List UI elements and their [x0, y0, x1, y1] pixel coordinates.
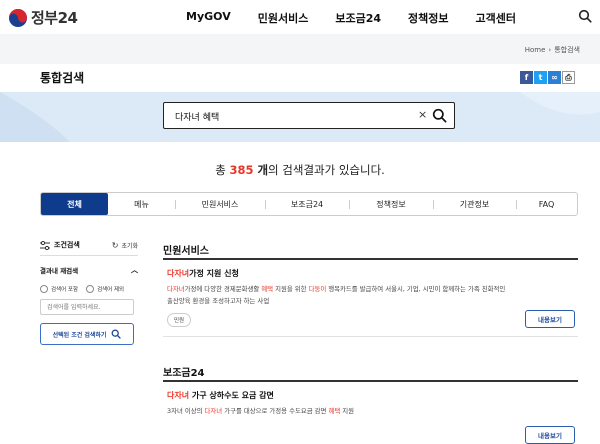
desc-part: 3자녀 이상의: [167, 407, 205, 415]
item-title-highlight: 다자녀: [167, 269, 190, 278]
desc-part: 다자녀: [204, 407, 223, 415]
filter-sliders-icon: [40, 240, 50, 250]
apply-filter-label: 선택된 조건 검색하기: [52, 331, 107, 339]
result-prefix: 총: [215, 163, 230, 177]
share-buttons: f t ∞ ⎙: [520, 71, 575, 84]
include-radio[interactable]: [40, 285, 48, 293]
reset-button[interactable]: ↻ 초기화: [112, 241, 138, 250]
result-count-number: 385: [229, 163, 254, 177]
tab-subsidy24[interactable]: 보조금24: [265, 193, 349, 215]
exclude-label: 검색어 제외: [97, 287, 125, 293]
view-detail-button[interactable]: 내용보기: [525, 426, 575, 444]
category-tag: 민원: [167, 313, 192, 327]
tab-civil-service[interactable]: 민원서비스: [175, 193, 265, 215]
item-title[interactable]: 다자녀가정 지원 신청: [167, 268, 578, 279]
nav-customer-center[interactable]: 고객센터: [475, 10, 515, 26]
breadcrumb-bar: Home › 통합검색: [0, 34, 600, 64]
desc-part: 다자녀: [167, 285, 185, 293]
desc-part: 혜택: [328, 407, 341, 415]
breadcrumb-home[interactable]: Home: [525, 46, 546, 54]
link-copy-icon[interactable]: ∞: [548, 71, 561, 84]
breadcrumb: Home › 통합검색: [525, 45, 580, 55]
category-tabs: 전체 메뉴 민원서비스 보조금24 정책정보 기관정보 FAQ: [40, 192, 578, 216]
search-icon: [111, 329, 122, 339]
page-title: 통합검색: [40, 71, 85, 85]
nav-mygov[interactable]: MyGOV: [186, 10, 231, 26]
nav-subsidy24[interactable]: 보조금24: [335, 10, 381, 26]
reset-icon: ↻: [111, 240, 119, 250]
section-title: 민원서비스: [163, 242, 578, 260]
print-icon[interactable]: ⎙: [562, 71, 575, 84]
search-input[interactable]: [175, 107, 415, 125]
desc-part: 가구를 대상으로 가정용 수도요금 감면: [222, 407, 329, 415]
facebook-share-icon[interactable]: f: [520, 71, 533, 84]
item-description: 3자녀 이상의 다자녀 가구를 대상으로 가정용 수도요금 감면 혜택 지원: [167, 406, 511, 418]
filter-title: 조건검색: [54, 241, 80, 249]
desc-part: 지원을 위한: [273, 285, 309, 293]
view-detail-button[interactable]: 내용보기: [525, 310, 575, 328]
chevron-right-icon: ›: [548, 46, 552, 54]
main-nav: MyGOV 민원서비스 보조금24 정책정보 고객센터: [186, 10, 543, 26]
header-search-icon[interactable]: [578, 9, 592, 23]
option-exclude[interactable]: 검색어 제외: [86, 285, 124, 293]
apply-filter-button[interactable]: 선택된 조건 검색하기: [40, 323, 134, 345]
breadcrumb-current: 통합검색: [554, 46, 580, 54]
nav-civil-service[interactable]: 민원서비스: [258, 10, 309, 26]
exclude-radio[interactable]: [86, 285, 95, 293]
desc-part: 가정에 다양한 경제문화생활: [184, 285, 262, 293]
item-title-rest: 가정 지원 신청: [189, 269, 239, 278]
chevron-up-icon: ︿: [131, 266, 138, 274]
tab-faq[interactable]: FAQ: [516, 193, 577, 215]
result-item: 다자녀 가구 상하수도 요금 감면 3자녀 이상의 다자녀 가구를 대상으로 가…: [163, 390, 578, 444]
reset-label: 초기화: [121, 242, 138, 250]
search-box: ×: [163, 102, 455, 129]
item-title[interactable]: 다자녀 가구 상하수도 요금 감면: [167, 390, 578, 401]
search-submit-icon[interactable]: [432, 108, 447, 123]
gov24-logo[interactable]: 정부24: [8, 7, 78, 28]
include-label: 검색어 포함: [51, 287, 79, 293]
filter-header: 조건검색 ↻ 초기화: [40, 238, 138, 256]
tab-policy-info[interactable]: 정책정보: [349, 193, 433, 215]
refine-title: 결과내 재검색: [40, 267, 79, 275]
clear-search-icon[interactable]: ×: [418, 108, 427, 121]
global-header: 정부24 MyGOV 민원서비스 보조금24 정책정보 고객센터: [0, 0, 600, 34]
twitter-share-icon[interactable]: t: [534, 71, 547, 84]
option-include[interactable]: 검색어 포함: [40, 285, 78, 293]
item-description: 다자녀가정에 다양한 경제문화생활 혜택 지원을 위한 다둥이 행복카드를 발급…: [167, 284, 511, 307]
nav-policy-info[interactable]: 정책정보: [408, 10, 448, 26]
result-item: 다자녀가정 지원 신청 다자녀가정에 다양한 경제문화생활 혜택 지원을 위한 …: [163, 268, 578, 328]
tab-menu[interactable]: 메뉴: [108, 193, 175, 215]
refine-header[interactable]: 결과내 재검색 ︿: [40, 265, 138, 275]
section-civil-service: 민원서비스 다자녀가정 지원 신청 다자녀가정에 다양한 경제문화생활 혜택 지…: [163, 242, 578, 337]
item-title-highlight: 다자녀: [167, 391, 190, 400]
title-row: 통합검색 f t ∞ ⎙: [0, 64, 600, 92]
filter-title-wrap: 조건검색: [40, 240, 80, 250]
result-suffix: 의 검색결과가 있습니다.: [268, 163, 385, 177]
desc-part: 지원: [340, 407, 354, 415]
desc-part: 다둥이: [308, 285, 327, 293]
tab-all[interactable]: 전체: [41, 193, 108, 215]
section-title: 보조금24: [163, 364, 578, 382]
filter-panel: 조건검색 ↻ 초기화 결과내 재검색 ︿ 검색어 포함 검색어 제외 선택된 조…: [40, 238, 138, 345]
section-subsidy24: 보조금24 다자녀 가구 상하수도 요금 감면 3자녀 이상의 다자녀 가구를 …: [163, 364, 578, 444]
refine-keyword-input[interactable]: [40, 299, 134, 315]
tab-agency-info[interactable]: 기관정보: [433, 193, 516, 215]
result-unit: 개: [253, 163, 269, 177]
taegeuk-logo-icon: [9, 8, 27, 27]
desc-part: 혜택: [261, 285, 274, 293]
result-summary: 총 385 개의 검색결과가 있습니다.: [0, 162, 600, 178]
item-divider: [163, 327, 578, 337]
item-title-rest: 가구 상하수도 요금 감면: [189, 391, 274, 400]
logo-text: 정부24: [31, 9, 78, 27]
refine-options: 검색어 포함 검색어 제외: [40, 285, 138, 293]
